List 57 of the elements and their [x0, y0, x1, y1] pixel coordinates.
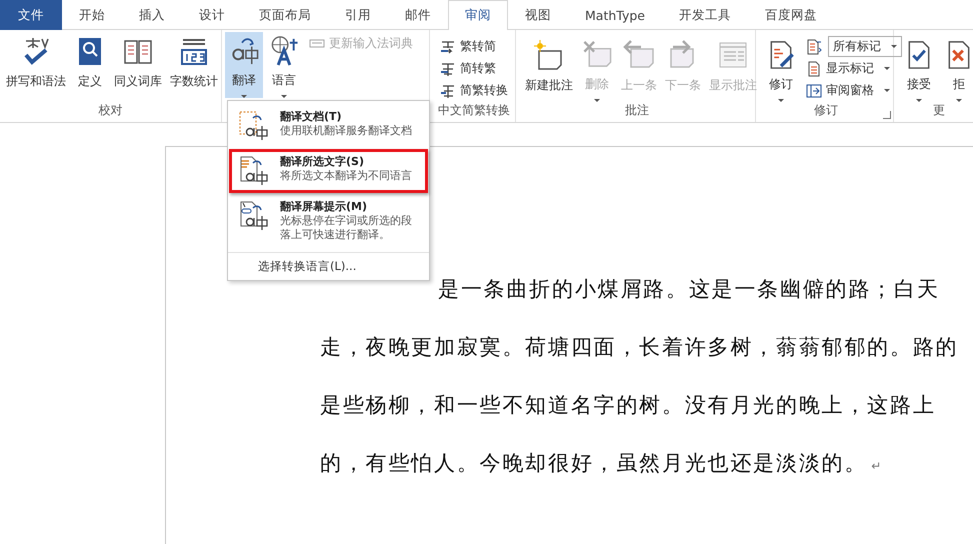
ribbon-button[interactable]: 拒 — [940, 36, 973, 102]
markup-dropdown[interactable]: 所有标记 — [828, 36, 902, 57]
body-text-line: 是些杨柳，和一些不知道名字的树。没有月光的晚上，这路上 — [320, 392, 936, 419]
pane-icon — [806, 82, 822, 98]
ribbon-button[interactable]: 字数统计 — [167, 32, 221, 98]
tab[interactable]: 插入 — [122, 0, 182, 30]
document-icon — [806, 60, 822, 76]
tab[interactable]: 百度网盘 — [748, 0, 834, 30]
menu-item[interactable]: 翻译文档(T) 使用联机翻译服务翻译文档 — [229, 104, 428, 148]
ribbon-button[interactable]: 简繁转换 — [436, 80, 512, 101]
tab[interactable]: 页面布局 — [242, 0, 328, 30]
ribbon-button[interactable]: 接受 — [900, 36, 938, 102]
ribbon-button[interactable]: 显示标记 — [802, 58, 902, 79]
group-label: 校对 — [98, 102, 122, 119]
menu-item-description: 光标悬停在字词或所选的段落上可快速进行翻译。 — [280, 214, 413, 242]
convert-icon — [440, 60, 456, 76]
menu-item-title: 翻译屏幕提示(M) — [280, 200, 368, 214]
body-text-line: 走，夜晚更加寂寞。荷塘四面，长着许多树，蓊蓊郁郁的。路的 — [320, 334, 958, 361]
group-label: 更 — [933, 102, 945, 119]
tab[interactable]: 视图 — [508, 0, 568, 30]
group-label: 中文简繁转换 — [438, 102, 510, 119]
ribbon-button[interactable]: 拼写和语法 — [3, 32, 69, 98]
menu-item-title: 翻译所选文字(S) — [280, 155, 365, 169]
ribbon-button[interactable]: 简转繁 — [436, 58, 512, 79]
file-tab[interactable]: 文件 — [0, 0, 62, 30]
tab[interactable]: 开始 — [62, 0, 122, 30]
menu-item-description: 使用联机翻译服务翻译文档 — [280, 124, 412, 138]
ribbon-button[interactable]: 修订 — [762, 36, 800, 102]
group-label: 修订 — [814, 102, 838, 119]
tab[interactable]: 审阅 — [448, 0, 508, 30]
tab[interactable]: MathType — [568, 0, 662, 30]
convert-icon — [440, 38, 456, 54]
menu-item-description: 将所选文本翻译为不同语言 — [280, 169, 412, 183]
menu-item[interactable]: 翻译所选文字(S) 将所选文本翻译为不同语言 — [229, 149, 428, 193]
menu-item[interactable]: 选择转换语言(L)... — [228, 252, 429, 278]
body-text-line: 是一条曲折的小煤屑路。这是一条幽僻的路；白天 — [438, 276, 940, 303]
tab[interactable]: 设计 — [182, 0, 242, 30]
tab[interactable]: 开发工具 — [662, 0, 748, 30]
delete-comment-icon — [581, 39, 613, 70]
previous-icon — [623, 39, 655, 71]
paragraph-mark: ↵ — [871, 459, 882, 473]
markup-icon — [806, 38, 822, 54]
new-comment-icon — [533, 39, 565, 71]
ribbon-button[interactable]: 繁转简 — [436, 36, 512, 57]
menu-item[interactable]: 翻译屏幕提示(M) 光标悬停在字词或所选的段落上可快速进行翻译。 — [229, 194, 428, 248]
group-label: 批注 — [625, 102, 649, 119]
convert-icon — [440, 82, 456, 98]
body-text-line: 的，有些怕人。今晚却很好，虽然月光也还是淡淡的。 — [320, 450, 868, 477]
dialog-launcher-icon[interactable] — [883, 111, 891, 119]
ribbon-button[interactable]: 定义 — [71, 32, 109, 98]
ribbon-button[interactable]: 新建批注 — [522, 36, 576, 102]
ribbon-button[interactable]: 翻译 — [225, 32, 263, 98]
tab[interactable]: 邮件 — [388, 0, 448, 30]
menu-item-title: 翻译文档(T) — [280, 110, 343, 124]
ribbon-button[interactable]: 同义词库 — [111, 32, 165, 98]
tab[interactable]: 引用 — [328, 0, 388, 30]
ribbon-button[interactable]: 审阅窗格 — [802, 80, 902, 101]
